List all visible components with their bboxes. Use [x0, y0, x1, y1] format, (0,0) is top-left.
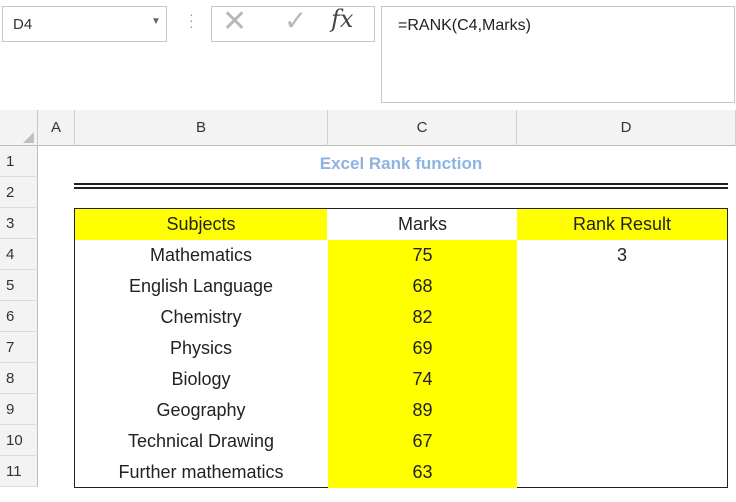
cell-rank[interactable]	[517, 333, 727, 364]
cell-marks[interactable]: 67	[328, 426, 517, 457]
cell-rank[interactable]	[517, 302, 727, 333]
double-underline	[74, 183, 728, 189]
cell-subject[interactable]: Mathematics	[75, 240, 327, 271]
formula-bar-area: D4 ▼ · · · ✕ ✓ fx =RANK(C4,Marks)	[0, 0, 736, 106]
row-header[interactable]: 7	[0, 332, 38, 363]
row-header[interactable]: 9	[0, 394, 38, 425]
select-all-corner[interactable]	[0, 110, 38, 146]
select-all-icon	[23, 132, 34, 143]
header-marks[interactable]: Marks	[328, 209, 517, 240]
cell-marks[interactable]: 69	[328, 333, 517, 364]
cell-rank[interactable]	[517, 271, 727, 302]
cell-subject[interactable]: Geography	[75, 395, 327, 426]
column-header-a[interactable]: A	[38, 110, 75, 146]
formula-text: =RANK(C4,Marks)	[398, 17, 531, 34]
chevron-down-icon[interactable]: ▼	[151, 16, 161, 27]
row-header[interactable]: 10	[0, 425, 38, 456]
name-box-value: D4	[13, 16, 33, 33]
cell-subject[interactable]: Biology	[75, 364, 327, 395]
header-rank-result[interactable]: Rank Result	[517, 209, 727, 240]
row-header[interactable]: 4	[0, 239, 38, 270]
cell-rank[interactable]	[517, 426, 727, 457]
name-box[interactable]: D4 ▼	[2, 6, 167, 42]
cell-subject[interactable]: Chemistry	[75, 302, 327, 333]
row-header[interactable]: 2	[0, 177, 38, 208]
worksheet: A B C D 1 2 3 4 5 6 7 8 9 10 11 Excel Ra…	[0, 110, 736, 502]
enter-check-icon[interactable]: ✓	[284, 4, 307, 37]
cell-marks[interactable]: 89	[328, 395, 517, 426]
cell-subject[interactable]: Physics	[75, 333, 327, 364]
cell-marks[interactable]: 74	[328, 364, 517, 395]
insert-function-icon[interactable]: fx	[331, 5, 353, 33]
row-header[interactable]: 1	[0, 146, 38, 177]
row-header[interactable]: 3	[0, 208, 38, 239]
cell-subject[interactable]: Further mathematics	[75, 457, 327, 488]
row-header[interactable]: 6	[0, 301, 38, 332]
cell-rank-selected[interactable]: 3	[517, 240, 727, 271]
cell-rank[interactable]	[517, 395, 727, 426]
cell-subject[interactable]: English Language	[75, 271, 327, 302]
row-header[interactable]: 5	[0, 270, 38, 301]
cell-subject[interactable]: Technical Drawing	[75, 426, 327, 457]
cancel-icon[interactable]: ✕	[222, 4, 247, 39]
cell-grid[interactable]: Excel Rank function Subjects Marks Rank …	[38, 146, 736, 502]
row-header[interactable]: 8	[0, 363, 38, 394]
drag-handle-icon[interactable]: · · ·	[189, 7, 194, 33]
cell-rank[interactable]	[517, 364, 727, 395]
cell-marks[interactable]: 75	[328, 240, 517, 271]
cell-marks[interactable]: 68	[328, 271, 517, 302]
cell-marks[interactable]: 63	[328, 457, 517, 488]
sheet-title[interactable]: Excel Rank function	[74, 154, 728, 174]
column-header-d[interactable]: D	[517, 110, 736, 146]
header-subjects[interactable]: Subjects	[75, 209, 327, 240]
cell-rank[interactable]	[517, 457, 727, 488]
cell-marks[interactable]: 82	[328, 302, 517, 333]
formula-input[interactable]: =RANK(C4,Marks)	[381, 6, 735, 103]
column-header-b[interactable]: B	[75, 110, 328, 146]
column-header-c[interactable]: C	[328, 110, 517, 146]
row-header[interactable]: 11	[0, 456, 38, 487]
column-header-row: A B C D	[0, 110, 736, 146]
